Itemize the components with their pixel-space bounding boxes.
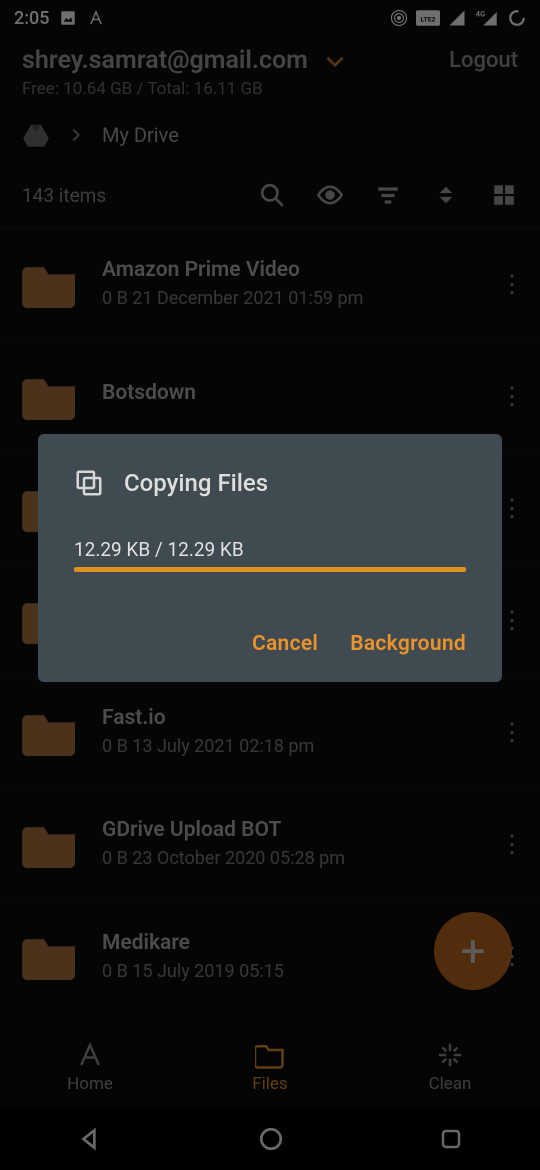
cancel-button[interactable]: Cancel [252, 632, 318, 656]
background-button[interactable]: Background [350, 632, 466, 656]
copy-dialog: Copying Files 12.29 KB / 12.29 KB Cancel… [38, 434, 502, 682]
copy-icon [74, 468, 104, 498]
progress-bar [74, 567, 466, 572]
progress-text: 12.29 KB / 12.29 KB [74, 538, 466, 561]
dialog-title: Copying Files [124, 469, 268, 497]
